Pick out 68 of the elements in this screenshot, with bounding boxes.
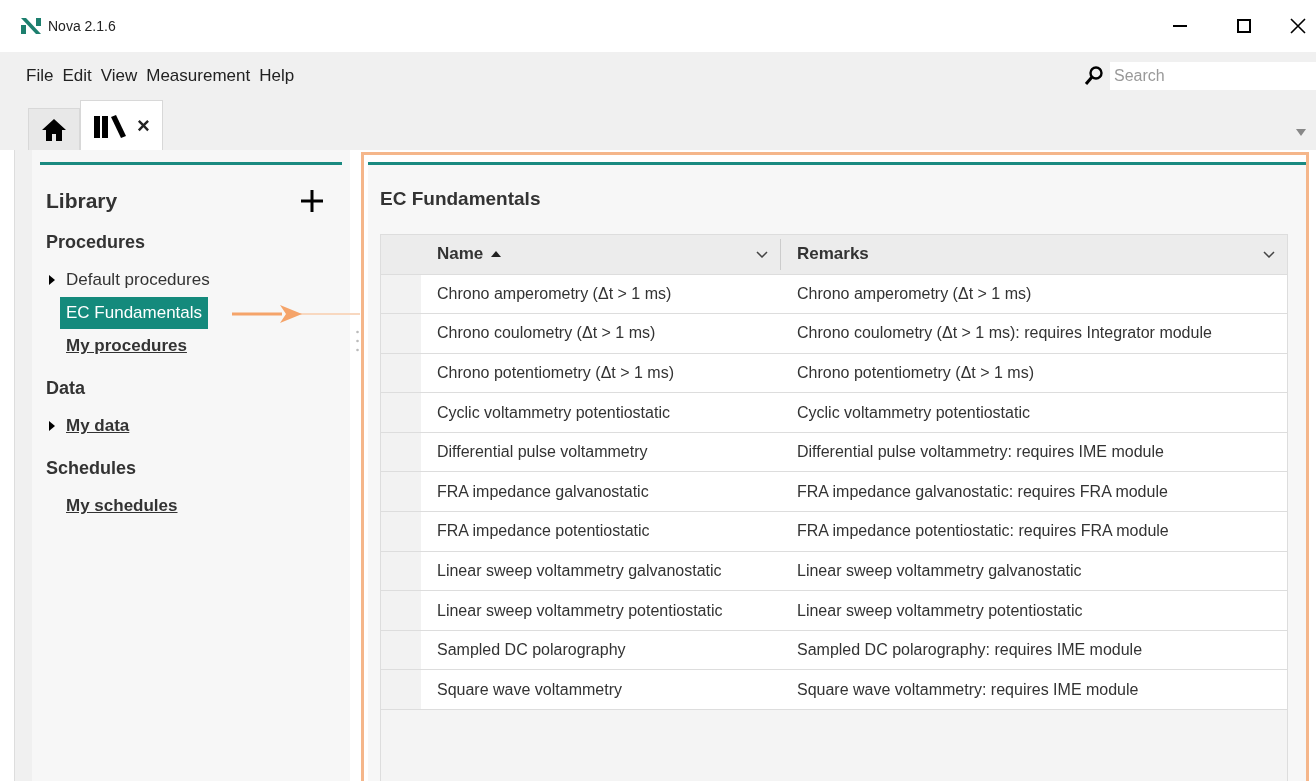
maximize-icon bbox=[1237, 19, 1251, 33]
table-cell-text: Differential pulse voltammetry: requires IME module bbox=[796, 442, 1165, 463]
column-header[interactable]: Name bbox=[421, 238, 781, 270]
tree-item[interactable]: My data bbox=[66, 413, 130, 439]
add-icon[interactable] bbox=[300, 188, 324, 213]
panel-title: EC Fundamentals bbox=[380, 187, 541, 211]
window-title: Nova 2.1.6 bbox=[48, 16, 116, 36]
table-cell-text: Square wave voltammetry bbox=[436, 679, 623, 700]
table-cell-text: Linear sweep voltammetry potentiostatic bbox=[796, 600, 1084, 621]
expand-arrow-icon[interactable] bbox=[48, 420, 56, 432]
column-menu-icon[interactable] bbox=[756, 250, 768, 258]
table-cell-text: Chrono coulometry (Δt > 1 ms) bbox=[436, 323, 657, 344]
table-cell-text: FRA impedance potentiostatic bbox=[436, 521, 651, 542]
menu-item[interactable]: File bbox=[26, 63, 54, 89]
tab[interactable] bbox=[28, 108, 80, 150]
section-heading: Schedules bbox=[46, 456, 137, 480]
close-icon bbox=[1290, 18, 1306, 34]
tree-item[interactable]: EC Fundamentals bbox=[60, 297, 209, 329]
table-cell-text: Chrono coulometry (Δt > 1 ms): requires Integrator module bbox=[796, 323, 1213, 344]
search-icon bbox=[1084, 66, 1104, 86]
row-header[interactable] bbox=[381, 551, 421, 591]
tree-item[interactable]: My schedules bbox=[66, 493, 178, 519]
section-heading: Procedures bbox=[46, 230, 146, 254]
table-cell-text: Square wave voltammetry: requires IME module bbox=[796, 679, 1140, 700]
tree-item[interactable]: Default procedures bbox=[66, 267, 210, 293]
table-cell-text: FRA impedance potentiostatic: requires FRA module bbox=[796, 521, 1170, 542]
table-cell-text: Chrono potentiometry (Δt > 1 ms) bbox=[796, 363, 1035, 383]
table-cell-text: Cyclic voltammetry potentiostatic bbox=[796, 402, 1031, 423]
menu-item[interactable]: Edit bbox=[62, 63, 92, 89]
search-field[interactable]: Search bbox=[1110, 62, 1316, 90]
column-header[interactable]: Remarks bbox=[781, 238, 1287, 270]
table-cell-text: Linear sweep voltammetry galvanostatic bbox=[436, 560, 723, 581]
tab[interactable]: × bbox=[80, 100, 163, 150]
table-cell-text: Differential pulse voltammetry bbox=[436, 442, 649, 463]
home-icon bbox=[41, 117, 67, 142]
table-cell-text: Chrono potentiometry (Δt > 1 ms) bbox=[436, 363, 675, 383]
row-header[interactable] bbox=[381, 472, 421, 512]
app-logo-icon bbox=[20, 16, 42, 36]
table-cell-text: FRA impedance galvanostatic: requires FRA module bbox=[796, 481, 1169, 502]
table-cell-text: Chrono amperometry (Δt > 1 ms) bbox=[436, 283, 673, 304]
section-heading: Data bbox=[46, 376, 85, 400]
table-cell-text: Sampled DC polarography: requires IME module bbox=[796, 640, 1144, 661]
sidebar-title: Library bbox=[46, 188, 118, 214]
table-cell-text: Sampled DC polarography bbox=[436, 640, 627, 661]
table-cell-text: Linear sweep voltammetry potentiostatic bbox=[436, 600, 724, 621]
row-header[interactable] bbox=[381, 591, 421, 630]
row-header[interactable] bbox=[381, 670, 421, 710]
row-header[interactable] bbox=[381, 314, 421, 353]
menu-item[interactable]: Help bbox=[259, 63, 295, 89]
table-cell-text: Chrono amperometry (Δt > 1 ms) bbox=[796, 283, 1033, 304]
minimize-icon bbox=[1173, 25, 1187, 27]
row-header[interactable] bbox=[381, 274, 421, 314]
tree-item[interactable]: My procedures bbox=[66, 333, 187, 359]
tab-close[interactable]: × bbox=[137, 114, 150, 137]
table-cell-text: Linear sweep voltammetry galvanostatic bbox=[796, 560, 1083, 581]
table-cell-text: Cyclic voltammetry potentiostatic bbox=[436, 402, 671, 423]
menu-item[interactable]: Measurement bbox=[146, 63, 251, 89]
row-header[interactable] bbox=[381, 393, 421, 432]
row-header[interactable] bbox=[381, 353, 421, 393]
row-header[interactable] bbox=[381, 630, 421, 670]
table-cell-text: FRA impedance galvanostatic bbox=[436, 481, 650, 502]
books-icon bbox=[93, 113, 127, 138]
row-header[interactable] bbox=[381, 512, 421, 551]
tab-list-dropdown-icon[interactable] bbox=[1296, 129, 1306, 136]
menu-item[interactable]: View bbox=[100, 63, 138, 89]
expand-arrow-icon[interactable] bbox=[48, 274, 56, 286]
row-header[interactable] bbox=[381, 432, 421, 472]
column-menu-icon[interactable] bbox=[1263, 250, 1275, 258]
